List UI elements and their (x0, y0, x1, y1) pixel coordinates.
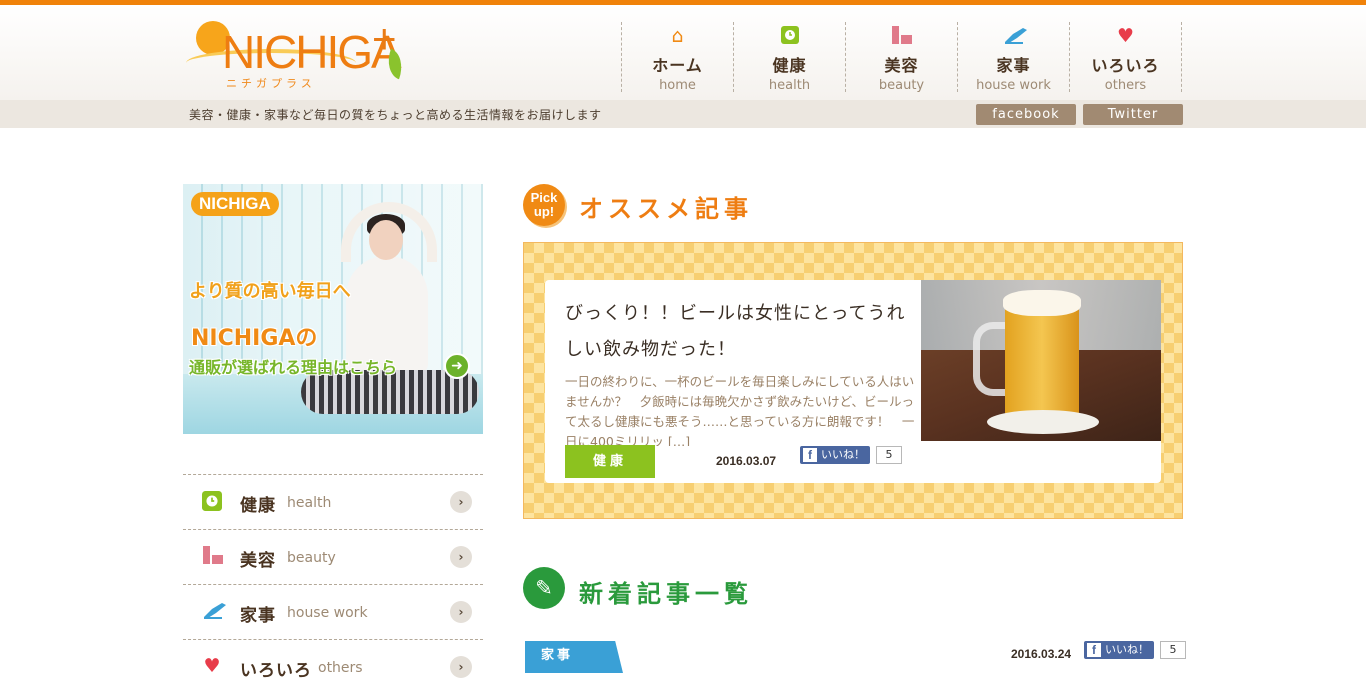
like-count: 5 (1160, 641, 1186, 659)
nav-health[interactable]: 健康 health (733, 22, 845, 93)
clock-icon (779, 26, 801, 46)
nav-label: 家事 (996, 56, 1031, 75)
global-nav: ⌂ ホーム home 健康 health 美容 beauty 家事 house … (621, 22, 1182, 93)
like-count: 5 (876, 446, 902, 464)
nav-label: いろいろ (1091, 56, 1160, 75)
nav-label: 健康 (772, 56, 807, 75)
house-icon: ⌂ (671, 25, 684, 47)
cosmetics-icon (201, 546, 223, 566)
side-nav: 健康 health › 美容 beauty › 家事 house work › … (183, 474, 483, 694)
nav-sublabel: others (1104, 78, 1147, 93)
chevron-right-icon: › (450, 491, 472, 513)
notepad-icon: ✎ (523, 567, 565, 609)
shoe-icon (1003, 26, 1027, 46)
heart-icon: ♥ (1116, 25, 1135, 47)
category-label-housework[interactable]: 家事 (525, 641, 623, 673)
chevron-right-icon: › (450, 546, 472, 568)
banner-person-head (369, 220, 403, 260)
site-tagline: 美容・健康・家事など毎日の質をちょっと高める生活情報をお届けします (189, 108, 602, 122)
sidenav-label: 健康 (240, 496, 276, 516)
sidenav-sublabel: house work (287, 605, 368, 621)
site-header: NICHIGA + ニチガプラス ⌂ ホーム home 健康 health 美容… (0, 5, 1366, 101)
nav-label: 美容 (884, 56, 919, 75)
pickup-section-title: オススメ記事 (579, 195, 753, 223)
article-date: 2016.03.24 (1011, 647, 1072, 661)
nav-sublabel: beauty (878, 78, 925, 93)
nav-housework[interactable]: 家事 house work (957, 22, 1069, 93)
nav-label: ホーム (652, 56, 703, 75)
banner-brand: NICHIGAの (191, 326, 318, 351)
sidenav-others[interactable]: ♥ いろいろ others › (183, 639, 483, 694)
facebook-button[interactable]: facebook (976, 104, 1076, 125)
category-label-health[interactable]: 健康 (565, 445, 655, 478)
pickup-article-image[interactable] (921, 280, 1161, 441)
facebook-like-button[interactable]: f いいね！ (1084, 641, 1154, 659)
facebook-icon: f (803, 448, 817, 462)
banner-headline: より質の高い毎日へ (189, 281, 351, 302)
beer-foam (1003, 290, 1081, 316)
pickup-article-title[interactable]: びっくり！！ビールは女性にとってうれしい飲み物だった！ (565, 296, 915, 368)
nav-others[interactable]: ♥ いろいろ others (1069, 22, 1182, 93)
facebook-icon: f (1087, 643, 1101, 657)
new-articles-title: 新着記事一覧 (579, 580, 753, 608)
sidenav-sublabel: others (318, 660, 363, 676)
beer-mug (1005, 302, 1079, 422)
cosmetics-icon (891, 26, 913, 46)
promo-banner[interactable]: NICHIGA より質の高い毎日へ NICHIGAの 通販が選ばれる理由はこちら… (183, 184, 483, 434)
banner-logo: NICHIGA (191, 192, 279, 216)
facebook-like-button[interactable]: f いいね！ (800, 446, 870, 464)
arrow-right-icon: ➜ (444, 353, 470, 379)
shoe-icon (201, 601, 226, 621)
sidenav-health[interactable]: 健康 health › (183, 474, 483, 529)
chevron-right-icon: › (450, 656, 472, 678)
sidenav-sublabel: beauty (287, 550, 336, 566)
twitter-button[interactable]: Twitter (1083, 104, 1183, 125)
sidenav-label: 家事 (240, 606, 276, 626)
nav-sublabel: health (768, 78, 811, 93)
chevron-right-icon: › (450, 601, 472, 623)
nav-sublabel: house work (976, 78, 1051, 93)
nav-beauty[interactable]: 美容 beauty (845, 22, 957, 93)
like-label: いいね！ (1105, 643, 1149, 656)
clock-icon (201, 491, 223, 511)
article-date: 2016.03.07 (716, 454, 777, 468)
nav-home[interactable]: ⌂ ホーム home (621, 22, 733, 93)
pickup-article-excerpt: 一日の終わりに、一杯のビールを毎日楽しみにしている人はいませんか？ 夕飯時には毎… (565, 374, 915, 446)
sidenav-label: 美容 (240, 551, 276, 571)
sidenav-beauty[interactable]: 美容 beauty › (183, 529, 483, 584)
heart-icon: ♥ (203, 655, 221, 677)
banner-cta-text: 通販が選ばれる理由はこちら (189, 358, 398, 377)
pickup-badge: Pick up! (523, 184, 565, 226)
sidenav-housework[interactable]: 家事 house work › (183, 584, 483, 639)
pickup-badge-line1: Pick (530, 190, 558, 205)
sidenav-label: いろいろ (240, 661, 312, 681)
sidenav-sublabel: health (287, 495, 332, 511)
logo-subtitle: ニチガプラス (226, 77, 316, 90)
pickup-badge-line2: up! (533, 204, 555, 219)
coaster (987, 410, 1099, 434)
site-logo[interactable]: NICHIGA + ニチガプラス (186, 15, 412, 95)
like-label: いいね！ (821, 448, 865, 461)
nav-sublabel: home (659, 78, 696, 93)
